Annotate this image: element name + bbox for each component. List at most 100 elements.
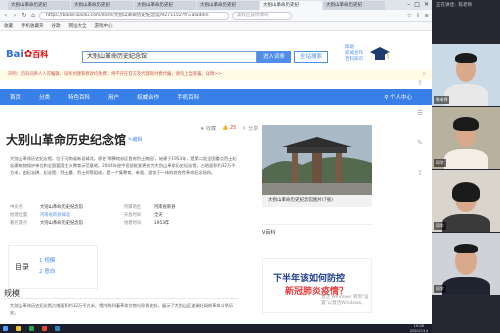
info-value: 大别山革命历史纪念馆 <box>40 205 83 210</box>
window-controls: – □ ✕ <box>407 0 432 10</box>
speaking-indicator: 正在讲话：陈老师 <box>436 3 472 8</box>
participant-name: 同学 <box>434 159 446 167</box>
full-search-button[interactable]: 全站搜索 <box>294 51 328 63</box>
header-link[interactable]: 百科知识 <box>345 57 363 63</box>
basic-info: 中文名 大别山革命历史纪念馆 所属地区 河南省新县 地理位置 河南省新县城北 开… <box>10 204 238 228</box>
video-panel: 正在讲话：陈老师 陈老师 同学 同学 同学 <box>432 0 500 333</box>
taskbar: 10:06 2020/7/14 <box>0 324 432 333</box>
minimize-icon[interactable]: – <box>407 0 410 10</box>
logo-text: Bai <box>6 49 24 60</box>
header-links: 帮助 权威合作 百科知识 <box>345 45 363 63</box>
share-icon[interactable]: ⇪ <box>417 79 423 87</box>
enter-entry-button[interactable]: 进入词条 <box>257 51 291 63</box>
nav-item-category[interactable]: 分类 <box>39 93 50 101</box>
ad-banner[interactable]: 下半年该如何防控 新冠肺炎疫情？ 激活 Windows 转到"设置"以激活Win… <box>262 258 372 313</box>
meeting-icon[interactable] <box>55 326 60 331</box>
browser-tab[interactable]: 大别山革命历史纪 <box>71 1 133 10</box>
album-image[interactable] <box>262 125 372 195</box>
info-value-link[interactable]: 河南省新县城北 <box>40 212 124 220</box>
user-center-label: 个人中心 <box>389 95 412 101</box>
browser-tab[interactable]: 大别山革命历史纪 <box>134 1 196 10</box>
screen: 大别山革命历史纪 大别山革命历史纪 大别山革命历史纪 大别山革命历史纪 大别山革… <box>0 0 500 333</box>
summary-text: 大别山革命历史纪念馆，位于河南省新县城北，原名'鄂豫皖苏区首府烈士陵园'，始建于… <box>10 156 237 175</box>
browser-search-input[interactable]: 高校应该停课吗 <box>232 11 292 20</box>
web-page: Bai✿百科 大别山革命历史纪念馆 进入词条 全站搜索 帮助 权威合作 百科知识… <box>0 31 432 324</box>
browser-tools: ☆ ⇩ ≡ <box>407 13 429 19</box>
forward-icon[interactable]: › <box>12 12 18 19</box>
user-center-link[interactable]: ⚲ 个人中心 <box>384 93 412 101</box>
comment-icon[interactable]: ☰ <box>417 109 423 117</box>
star-icon: ★ <box>200 126 205 132</box>
bookmark-item[interactable]: 收藏 <box>4 22 13 30</box>
like-button[interactable]: 👍 25 <box>222 125 236 132</box>
tab-bar: 大别山革命历史纪 大别山革命历史纪 大别山革命历史纪 大别山革命历史纪 大别山革… <box>0 0 432 10</box>
maximize-icon[interactable]: □ <box>414 0 420 10</box>
logo-baike: 百科 <box>32 50 49 59</box>
edit-link[interactable]: ✎编辑 <box>128 136 142 143</box>
windows-activation-watermark: 激活 Windows 转到"设置"以激活Windows。 <box>321 295 369 306</box>
toc-item[interactable]: 1 规模 <box>39 256 55 267</box>
app-icon[interactable] <box>42 326 47 331</box>
info-key: 著名景点 <box>10 221 28 226</box>
table-of-contents: 目录 1 规模 2 意向 <box>8 245 98 289</box>
clock: 10:06 2020/7/14 <box>410 324 428 332</box>
bookmark-item[interactable]: 游戏中心 <box>95 22 113 30</box>
collect-button[interactable]: ★ 收藏 <box>200 125 216 132</box>
baike-logo[interactable]: Bai✿百科 <box>6 49 48 60</box>
nav-item-partners[interactable]: 权威合作 <box>137 93 159 101</box>
bookmark-item[interactable]: 网址大全 <box>69 22 87 30</box>
info-key: 所属地区 <box>124 205 142 210</box>
nav-item-users[interactable]: 用户 <box>108 93 119 101</box>
info-row: 著名景点 大别山革命历史纪念馆 始建时间 1953年 <box>10 220 238 228</box>
thumb-up-icon: 👍 <box>222 125 229 131</box>
video-tile[interactable]: 陈老师 <box>432 44 500 106</box>
video-tile[interactable]: 同学 <box>432 233 500 295</box>
url-input[interactable]: https://baike.baidu.com/item/大别山革命历史纪念馆/… <box>39 11 229 20</box>
album-caption[interactable]: 大别山革命历史纪念馆图片(7张) <box>262 195 372 207</box>
top-icon[interactable]: ⇧ <box>417 169 423 177</box>
person-hair <box>455 53 477 63</box>
bookmark-item[interactable]: 手机收藏夹 <box>21 22 44 30</box>
info-row: 中文名 大别山革命历史纪念馆 所属地区 河南省新县 <box>10 204 238 212</box>
browser-tab-active[interactable]: 大别山革命历史纪 <box>260 1 322 10</box>
info-value: 1953年 <box>154 221 170 226</box>
menu-icon[interactable]: ≡ <box>424 13 429 19</box>
edit-label: 编辑 <box>132 137 143 143</box>
paw-icon: ✿ <box>23 49 33 60</box>
home-icon[interactable]: ⌂ <box>30 12 36 19</box>
bookmarks-bar: 收藏 手机收藏夹 谷歌 网址大全 游戏中心 <box>0 22 432 31</box>
article-actions: ★ 收藏 👍 25 ⇪ 分享 <box>200 125 258 132</box>
bookmark-item[interactable]: 谷歌 <box>52 22 61 30</box>
back-icon[interactable]: ‹ <box>3 12 9 19</box>
person-hair <box>453 117 479 131</box>
browser-tab[interactable]: 大别山革命历史纪 <box>197 1 259 10</box>
baike-header: Bai✿百科 大别山革命历史纪念馆 进入词条 全站搜索 帮助 权威合作 百科知识 <box>0 31 432 69</box>
notice-bar: 声明：百科词条人人可编辑，词条创建和修改均免费，绝不存在官方及代理商付费代编，请… <box>0 70 432 80</box>
video-tile[interactable]: 同学 <box>432 107 500 169</box>
start-icon[interactable] <box>3 326 8 331</box>
video-tile[interactable]: 同学 <box>432 170 500 232</box>
info-key: 开放时间 <box>124 213 142 218</box>
share-label: 分享 <box>248 126 259 132</box>
edit-icon[interactable]: ✎ <box>417 139 423 147</box>
refresh-icon[interactable]: ↻ <box>21 12 27 19</box>
person-hair <box>454 244 478 253</box>
browser-tab[interactable]: 大别山革命历史纪 <box>8 1 70 10</box>
toc-item[interactable]: 2 意向 <box>39 267 55 278</box>
toc-title: 目录 <box>15 263 29 271</box>
download-icon[interactable]: ⇩ <box>416 13 421 19</box>
person-hair <box>452 182 480 202</box>
share-icon: ⇪ <box>242 126 247 132</box>
browser-icon[interactable] <box>29 326 34 331</box>
info-value: 河南省新县 <box>154 205 176 210</box>
nav-item-mobile[interactable]: 手机百科 <box>177 93 199 101</box>
star-icon[interactable]: ☆ <box>407 13 412 19</box>
baike-search-input[interactable]: 大别山革命历史纪念馆 <box>82 51 257 63</box>
like-count: 25 <box>229 125 237 131</box>
close-icon[interactable]: ✕ <box>424 0 429 10</box>
nav-item-home[interactable]: 首页 <box>10 93 21 101</box>
share-button[interactable]: ⇪ 分享 <box>242 125 258 132</box>
nav-item-featured[interactable]: 特色百科 <box>68 93 90 101</box>
browser-tab[interactable]: 大别山革命历史纪 <box>323 1 385 10</box>
explorer-icon[interactable] <box>16 326 21 331</box>
